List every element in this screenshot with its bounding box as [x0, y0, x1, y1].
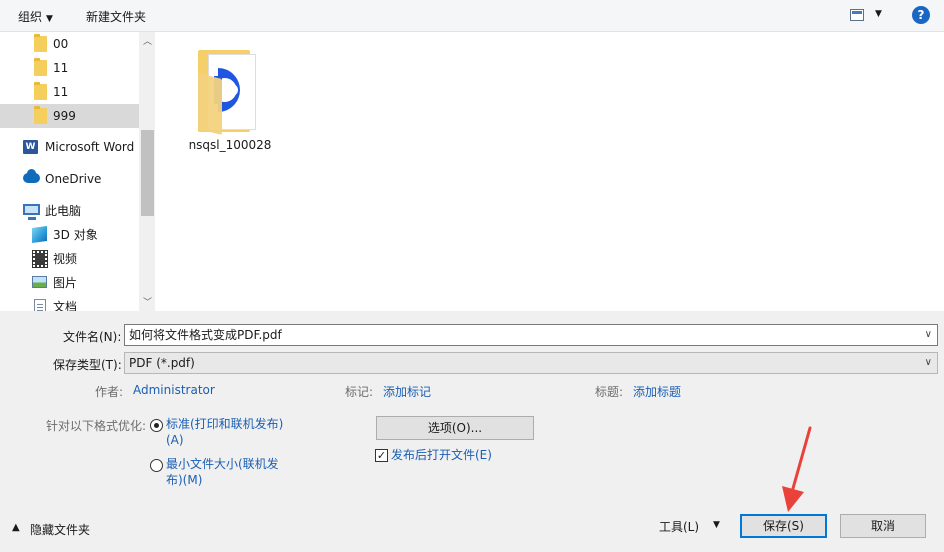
tags-field[interactable]: 添加标记: [383, 383, 431, 400]
optimize-minimum-label[interactable]: 最小文件大小(联机发 布)(M): [166, 456, 279, 488]
organize-menu-button[interactable]: 组织 ▼: [18, 8, 53, 25]
title-label: 标题:: [595, 385, 624, 399]
tools-button[interactable]: 工具(L): [659, 518, 699, 535]
nav-item-label: 00: [53, 37, 69, 51]
nav-item-this-pc[interactable]: 此电脑: [0, 199, 139, 223]
new-folder-button[interactable]: 新建文件夹: [86, 8, 146, 25]
nav-item-label: Microsoft Word: [45, 140, 135, 154]
optimize-minimum-radio[interactable]: [150, 459, 163, 472]
nav-item-label: OneDrive: [45, 172, 102, 186]
scrollbar-thumb[interactable]: [141, 130, 154, 216]
nav-item-label: 此电脑: [45, 204, 82, 218]
chevron-down-icon: ▼: [46, 14, 53, 24]
navigation-pane: 00 11 11 999 W Microsoft Word OneDrive 此…: [0, 32, 155, 311]
video-icon: [32, 250, 48, 268]
folder-icon: [34, 34, 47, 52]
documents-icon: [34, 299, 46, 311]
nav-item-label: 11: [53, 61, 69, 75]
nav-item-label: 999: [53, 109, 76, 123]
toolbar: 组织 ▼ 新建文件夹 ▼ ?: [0, 0, 944, 32]
nav-item-folder-00[interactable]: 00: [0, 32, 139, 56]
nav-item-folder-11-second[interactable]: 11: [0, 80, 139, 104]
chevron-down-icon[interactable]: ∨: [925, 325, 932, 345]
folder-icon: [34, 82, 47, 100]
chevron-up-icon[interactable]: ▲: [12, 522, 20, 533]
filename-input[interactable]: 如何将文件格式变成PDF.pdf ∨: [124, 324, 938, 346]
nav-item-label: 视频: [53, 252, 78, 266]
onedrive-icon: [23, 169, 40, 183]
optimize-standard-radio[interactable]: [150, 419, 163, 432]
option-line: 布)(M): [166, 473, 203, 487]
organize-label: 组织: [18, 10, 43, 24]
hide-folders-button[interactable]: 隐藏文件夹: [30, 521, 90, 538]
folder-icon: [34, 106, 47, 124]
word-icon: W: [23, 140, 38, 154]
tags-label: 标记:: [345, 385, 374, 399]
annotation-arrow-icon: [782, 426, 812, 512]
optimize-label: 针对以下格式优化:: [46, 419, 147, 433]
title-field[interactable]: 添加标题: [633, 383, 681, 400]
filename-label: 文件名(N):: [63, 330, 122, 344]
chevron-down-icon[interactable]: ∨: [925, 353, 932, 373]
cancel-button[interactable]: 取消: [840, 514, 926, 538]
nav-item-onedrive[interactable]: OneDrive: [0, 167, 139, 191]
view-options-icon[interactable]: [850, 9, 864, 21]
save-options-panel: 文件名(N): 如何将文件格式变成PDF.pdf ∨ 保存类型(T): PDF …: [0, 311, 944, 552]
open-after-publish-label[interactable]: 发布后打开文件(E): [391, 447, 492, 463]
author-label: 作者:: [95, 385, 124, 399]
option-line: 最小文件大小(联机发: [166, 457, 279, 471]
chevron-down-icon[interactable]: ▼: [713, 520, 720, 530]
options-button[interactable]: 选项(O)...: [376, 416, 534, 440]
option-line: (A): [166, 433, 184, 447]
nav-item-microsoft-word[interactable]: W Microsoft Word: [0, 135, 139, 159]
optimize-standard-label[interactable]: 标准(打印和联机发布) (A): [166, 416, 283, 448]
file-name: nsqsl_100028: [188, 138, 272, 152]
computer-icon: [23, 204, 40, 220]
chevron-down-icon[interactable]: ▼: [875, 9, 882, 19]
filename-value: 如何将文件格式变成PDF.pdf: [129, 328, 282, 342]
folder-icon: [34, 58, 47, 76]
save-type-label: 保存类型(T):: [53, 358, 122, 372]
nav-scrollbar[interactable]: ︿ ﹀: [139, 32, 154, 311]
chevron-up-icon[interactable]: ︿: [143, 34, 152, 47]
nav-item-videos[interactable]: 视频: [0, 247, 139, 271]
pictures-icon: [32, 276, 47, 288]
nav-item-label: 图片: [53, 276, 78, 290]
chevron-down-icon[interactable]: ﹀: [143, 295, 152, 308]
nav-item-documents[interactable]: 文档: [0, 295, 139, 311]
author-field[interactable]: Administrator: [133, 383, 215, 397]
file-item[interactable]: nsqsl_100028: [185, 46, 275, 152]
save-type-value: PDF (*.pdf): [129, 356, 195, 370]
nav-item-folder-11[interactable]: 11: [0, 56, 139, 80]
nav-item-folder-999[interactable]: 999: [0, 104, 139, 128]
3d-objects-icon: [32, 225, 47, 244]
nav-item-pictures[interactable]: 图片: [0, 271, 139, 295]
open-after-publish-checkbox[interactable]: ✓: [375, 449, 388, 462]
nav-item-label: 3D 对象: [53, 228, 98, 242]
option-line: 标准(打印和联机发布): [166, 417, 284, 431]
help-button[interactable]: ?: [912, 6, 930, 24]
file-list: nsqsl_100028: [155, 32, 944, 311]
nav-item-label: 11: [53, 85, 69, 99]
folder-with-app-icon: [190, 46, 260, 135]
save-type-select[interactable]: PDF (*.pdf) ∨: [124, 352, 938, 374]
nav-item-label: 文档: [53, 300, 78, 311]
save-button[interactable]: 保存(S): [740, 514, 827, 538]
nav-item-3d-objects[interactable]: 3D 对象: [0, 223, 139, 247]
